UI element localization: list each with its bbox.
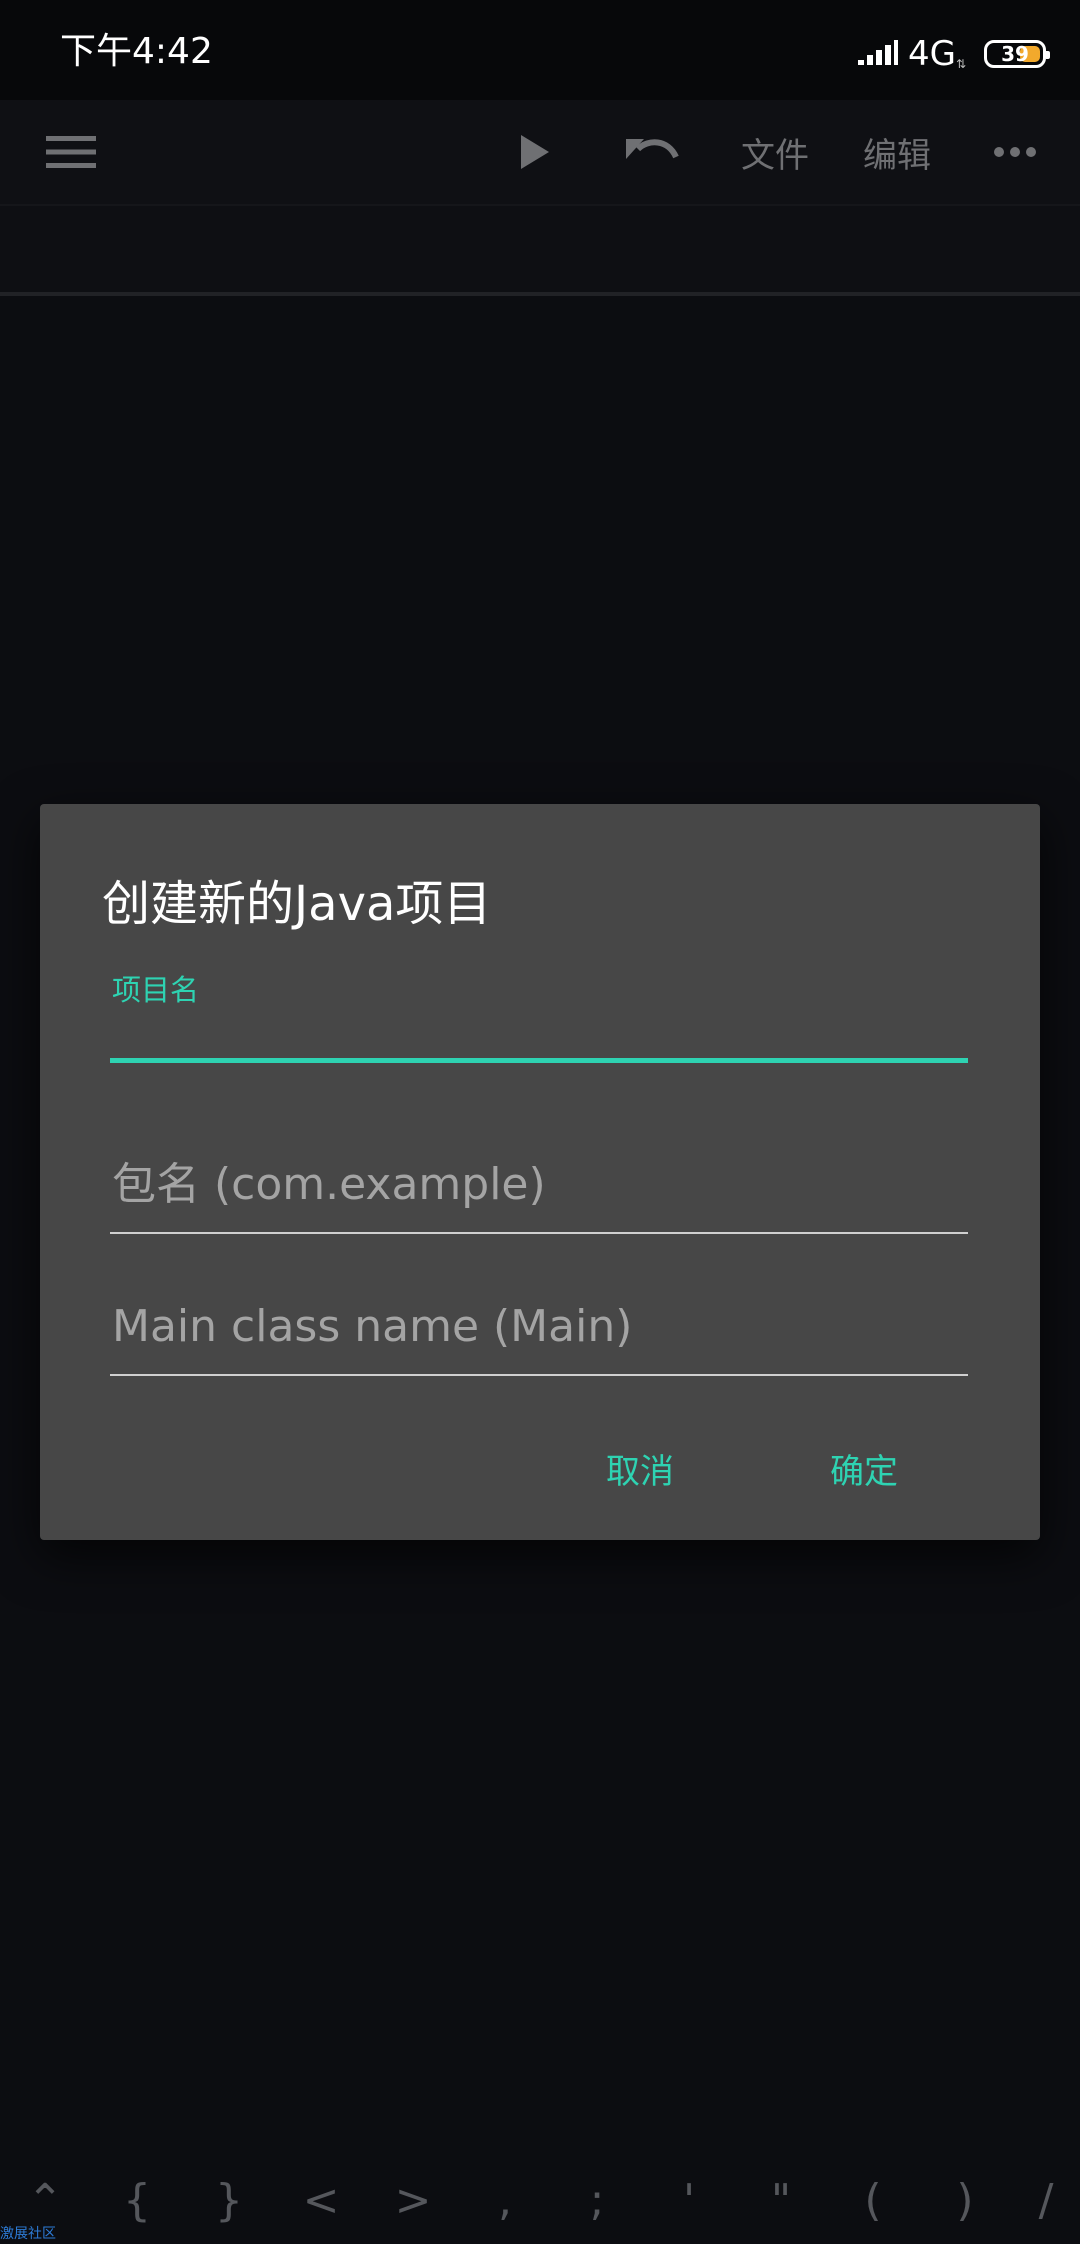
cancel-button[interactable]: 取消 — [586, 1428, 694, 1508]
symbol-key-close-paren[interactable]: ) — [920, 2156, 1010, 2244]
toolbar: 文件 编辑 — [0, 100, 1080, 206]
file-menu-button[interactable]: 文件 — [730, 100, 820, 204]
symbol-key-greater-than[interactable]: > — [368, 2156, 458, 2244]
battery-icon: 39 — [984, 40, 1050, 68]
status-bar: 下午4:42 4G ⇅ 39 — [0, 0, 1080, 100]
package-name-underline — [110, 1232, 968, 1234]
status-icons: 4G ⇅ 39 — [857, 30, 1050, 78]
project-name-field: 项目名 — [110, 970, 968, 1066]
edit-menu-button[interactable]: 编辑 — [852, 100, 942, 204]
network-type: 4G — [907, 34, 956, 74]
new-java-project-dialog: 创建新的Java项目 项目名 取消 确定 — [40, 804, 1040, 1540]
play-icon — [521, 135, 549, 169]
symbol-key-close-brace[interactable]: } — [184, 2156, 274, 2244]
more-horizontal-icon — [994, 147, 1036, 157]
signal-icon — [857, 40, 898, 65]
dialog-title: 创建新的Java项目 — [102, 876, 492, 932]
main-class-field — [110, 1286, 968, 1386]
symbol-key-open-brace[interactable]: { — [92, 2156, 182, 2244]
more-button[interactable] — [980, 100, 1050, 204]
symbol-key-comma[interactable]: , — [460, 2156, 550, 2244]
undo-icon — [626, 139, 679, 159]
symbol-key-slash[interactable]: / — [1012, 2156, 1080, 2244]
status-time: 下午4:42 — [60, 31, 213, 72]
watermark: 激展社区 — [0, 2226, 56, 2242]
package-name-field — [110, 1144, 968, 1244]
data-activity-icon: ⇅ — [955, 57, 966, 71]
battery-level: 39 — [1001, 42, 1029, 66]
symbol-key-semicolon[interactable]: ; — [552, 2156, 642, 2244]
project-name-input[interactable] — [110, 1016, 968, 1060]
undo-button[interactable] — [612, 100, 692, 204]
hamburger-menu-icon — [46, 136, 96, 168]
symbol-key-single-quote[interactable]: ' — [644, 2156, 734, 2244]
ok-button[interactable]: 确定 — [810, 1428, 918, 1508]
run-button[interactable] — [500, 100, 570, 204]
main-class-input[interactable] — [110, 1286, 968, 1366]
package-name-input[interactable] — [110, 1144, 968, 1224]
menu-button[interactable] — [30, 100, 112, 204]
project-name-label: 项目名 — [112, 973, 200, 1007]
symbol-key-double-quote[interactable]: " — [736, 2156, 826, 2244]
symbol-key-less-than[interactable]: < — [276, 2156, 366, 2244]
symbol-key-open-paren[interactable]: ( — [828, 2156, 918, 2244]
project-name-underline — [110, 1058, 968, 1063]
main-class-underline — [110, 1374, 968, 1376]
battery-cap — [1046, 51, 1050, 59]
tab-strip — [0, 206, 1080, 296]
symbol-input-bar: ⌃ { } < > , ; ' " ( ) / — [0, 2156, 1080, 2244]
screen: 下午4:42 4G ⇅ 39 文件 编辑 创建新的Java项目 项目名 包名 (… — [0, 0, 1080, 2244]
